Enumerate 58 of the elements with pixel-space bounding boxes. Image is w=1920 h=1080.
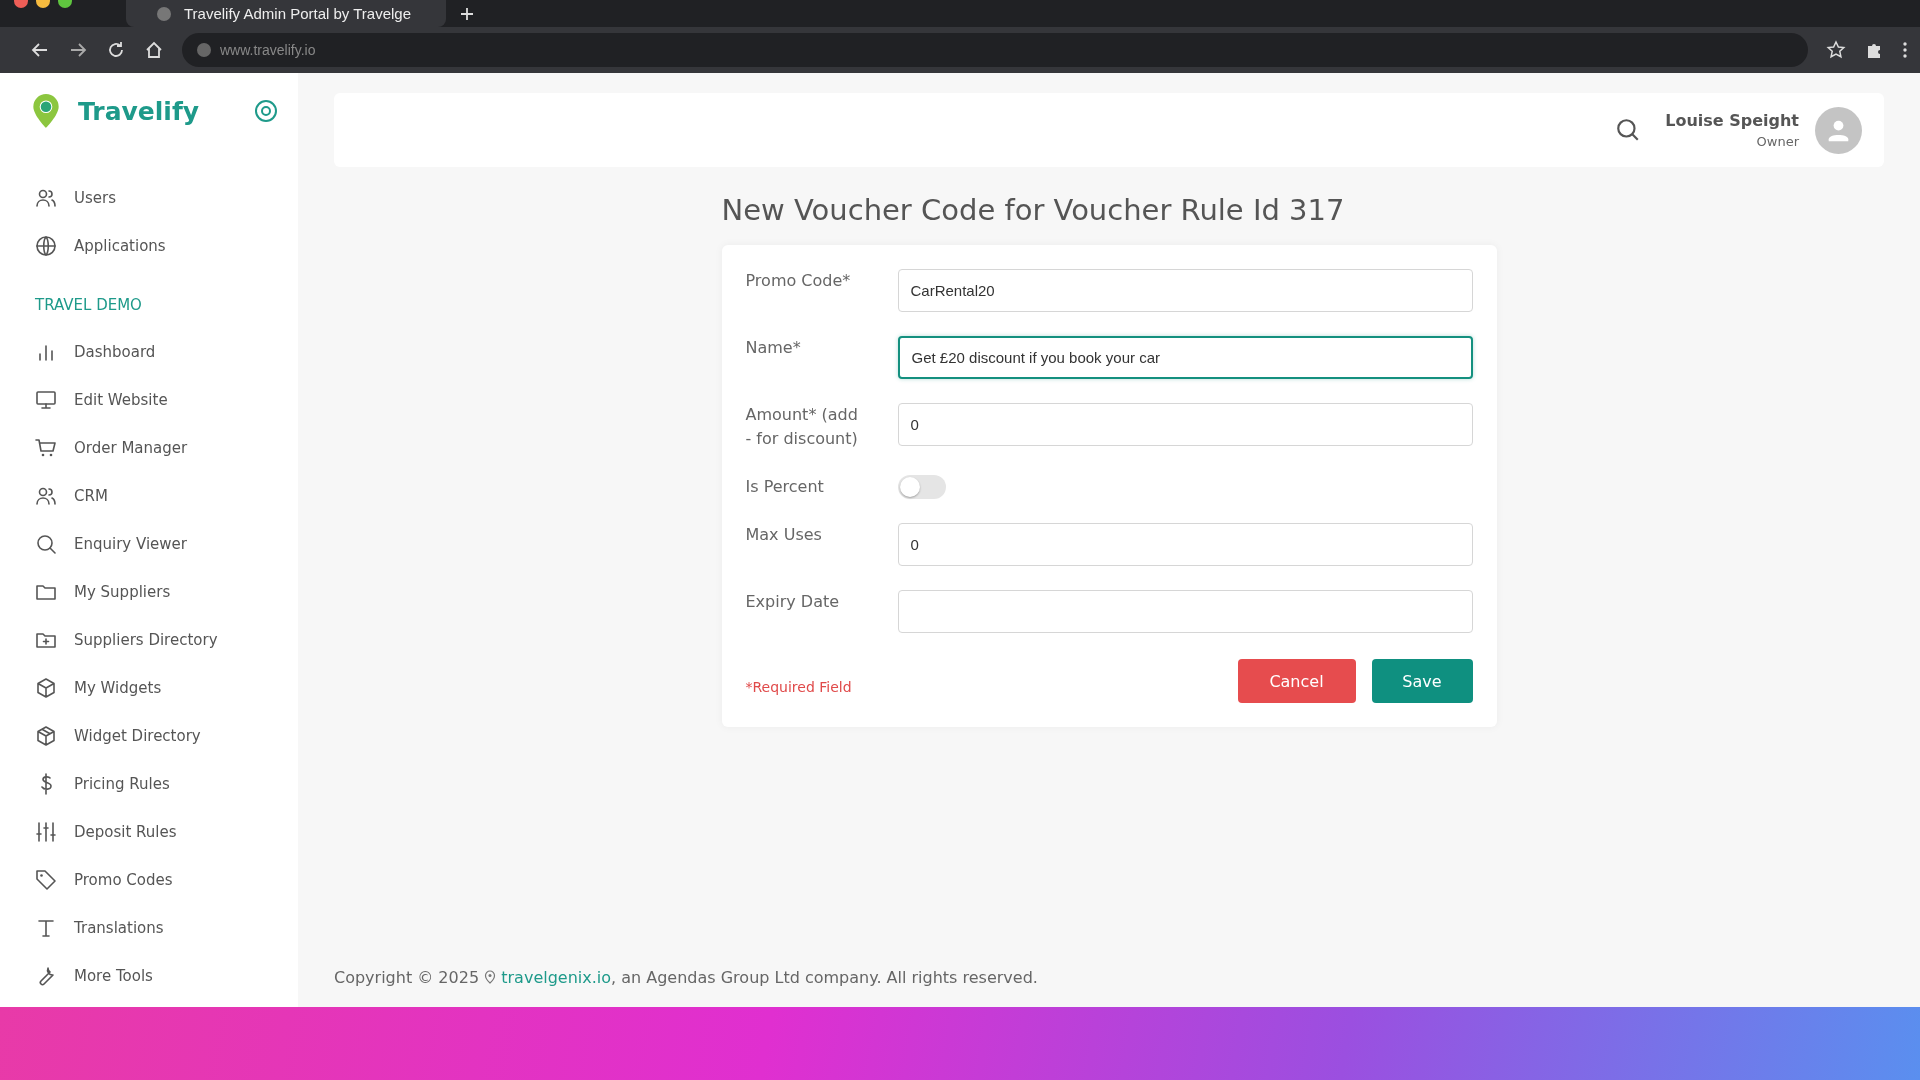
sidebar-item[interactable]: My Suppliers bbox=[0, 568, 298, 616]
user-name: Louise Speight bbox=[1665, 111, 1799, 130]
sliders-icon bbox=[34, 820, 58, 844]
field-label: Max Uses bbox=[745, 524, 823, 546]
toggle-switch[interactable] bbox=[897, 475, 946, 499]
sidebar-item[interactable]: Applications bbox=[0, 222, 298, 270]
sidebar-item[interactable]: Promo Codes bbox=[0, 856, 298, 904]
brand-name: Travelify bbox=[78, 96, 201, 126]
tag-icon bbox=[34, 868, 58, 892]
user-role: Owner bbox=[1756, 134, 1799, 149]
sidebar-item[interactable]: Pricing Rules bbox=[0, 760, 298, 808]
globe-icon bbox=[156, 5, 172, 22]
reload-icon[interactable] bbox=[106, 40, 126, 60]
field-label: Expiry Date bbox=[745, 591, 841, 613]
sidebar-item[interactable]: Enquiry Viewer bbox=[0, 520, 298, 568]
target-icon[interactable] bbox=[254, 99, 278, 123]
sidebar-item[interactable]: Dashboard bbox=[0, 328, 298, 376]
new-tab-icon[interactable] bbox=[460, 6, 474, 21]
section-heading: TRAVEL DEMO bbox=[34, 295, 143, 316]
tab-title: Travelify Admin Portal by Travelge bbox=[184, 5, 412, 22]
field-label: Is Percent bbox=[745, 476, 825, 498]
field-label: Name* bbox=[745, 337, 802, 359]
page-title: New Voucher Code for Voucher Rule Id 317 bbox=[721, 193, 1346, 227]
url-text: www.travelify.io bbox=[220, 42, 316, 58]
input-field[interactable]: Get £20 discount if you book your car bbox=[897, 336, 1473, 379]
sidebar-item[interactable]: Deposit Rules bbox=[0, 808, 298, 856]
sidebar-item[interactable]: Users bbox=[0, 174, 298, 222]
location-pin-icon bbox=[484, 969, 497, 984]
more-icon[interactable] bbox=[1902, 40, 1908, 60]
package-icon bbox=[34, 724, 58, 748]
location-pin-icon bbox=[30, 92, 62, 130]
sidebar-item[interactable]: Suppliers Directory bbox=[0, 616, 298, 664]
copyright-text: Copyright © 2025 travelgenix.io, an Agendas Group Ltd company. All rights reserved. bbox=[334, 967, 1038, 987]
cancel-button[interactable]: Cancel bbox=[1237, 659, 1356, 703]
required-note: *Required Field bbox=[745, 678, 852, 695]
sidebar-item[interactable]: Translations bbox=[0, 904, 298, 952]
input-field[interactable]: 0 bbox=[897, 403, 1473, 446]
cube-icon bbox=[34, 676, 58, 700]
input-field[interactable]: 0 bbox=[897, 523, 1473, 566]
sidebar-item[interactable]: Edit Website bbox=[0, 376, 298, 424]
globe-icon bbox=[196, 42, 212, 58]
input-field[interactable]: CarRental20 bbox=[897, 269, 1473, 312]
field-label: Amount* (add - for discount) bbox=[745, 404, 859, 450]
globe-icon bbox=[34, 234, 58, 258]
input-field[interactable] bbox=[897, 590, 1473, 633]
monitor-icon bbox=[34, 388, 58, 412]
save-button[interactable]: Save bbox=[1371, 659, 1473, 703]
sidebar-item[interactable]: Widget Directory bbox=[0, 712, 298, 760]
browser-tab[interactable]: Travelify Admin Portal by Travelge bbox=[126, 0, 446, 27]
field-label: Promo Code* bbox=[745, 270, 852, 292]
search-icon bbox=[34, 532, 58, 556]
sidebar-item[interactable]: Order Manager bbox=[0, 424, 298, 472]
address-bar[interactable]: www.travelify.io bbox=[182, 33, 1808, 67]
sidebar-item[interactable]: More Tools bbox=[0, 952, 298, 1000]
sidebar-item[interactable]: CRM bbox=[0, 472, 298, 520]
sidebar-item[interactable]: My Widgets bbox=[0, 664, 298, 712]
home-icon[interactable] bbox=[144, 40, 164, 60]
star-icon[interactable] bbox=[1826, 40, 1846, 60]
